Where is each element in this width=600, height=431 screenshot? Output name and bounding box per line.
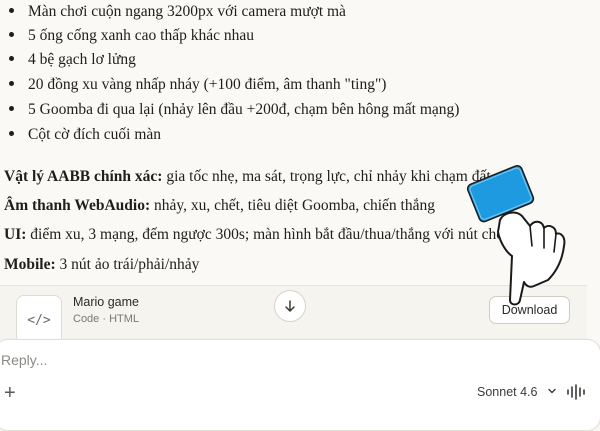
artifact-subtitle: Code · HTML: [73, 313, 140, 325]
code-icon: </>: [16, 295, 62, 345]
list-item: 5 Goomba đi qua lại (nhảy lên đầu +200đ,…: [9, 98, 459, 122]
arrow-down-icon: [285, 300, 295, 312]
pointing-hand-watermark: [466, 165, 566, 306]
artifact-title: Mario game: [73, 295, 139, 309]
bullet-dot-icon: [9, 7, 14, 13]
paragraph-audio: Âm thanh WebAudio: nhảy, xu, chết, tiêu …: [4, 197, 435, 214]
bullet-dot-icon: [9, 130, 14, 136]
paragraph-physics: Vật lý AABB chính xác: gia tốc nhẹ, ma s…: [4, 168, 491, 185]
chevron-down-icon[interactable]: [547, 386, 557, 396]
scroll-down-button[interactable]: [274, 290, 306, 322]
bullet-dot-icon: [9, 31, 14, 37]
add-attachment-button[interactable]: +: [4, 383, 16, 403]
bullet-dot-icon: [9, 80, 14, 86]
list-item: 4 bệ gạch lơ lửng: [9, 48, 136, 72]
list-item: Màn chơi cuộn ngang 3200px với camera mư…: [9, 0, 346, 24]
list-item: 5 ống cống xanh cao thấp khác nhau: [9, 24, 254, 48]
list-item: 20 đồng xu vàng nhấp nháy (+100 điểm, âm…: [9, 73, 386, 97]
bullet-dot-icon: [9, 55, 14, 61]
reply-input[interactable]: Reply...: [1, 352, 47, 368]
reply-composer: Reply... + Sonnet 4.6: [0, 339, 600, 431]
model-selector[interactable]: Sonnet 4.6: [477, 385, 537, 399]
paragraph-ui: UI: điểm xu, 3 mạng, đếm ngược 300s; màn…: [4, 226, 509, 243]
voice-input-icon[interactable]: [566, 384, 586, 400]
paragraph-mobile: Mobile: 3 nút ảo trái/phải/nhảy: [4, 256, 200, 273]
list-item: Cột cờ đích cuối màn: [9, 123, 161, 147]
bullet-dot-icon: [9, 105, 14, 111]
